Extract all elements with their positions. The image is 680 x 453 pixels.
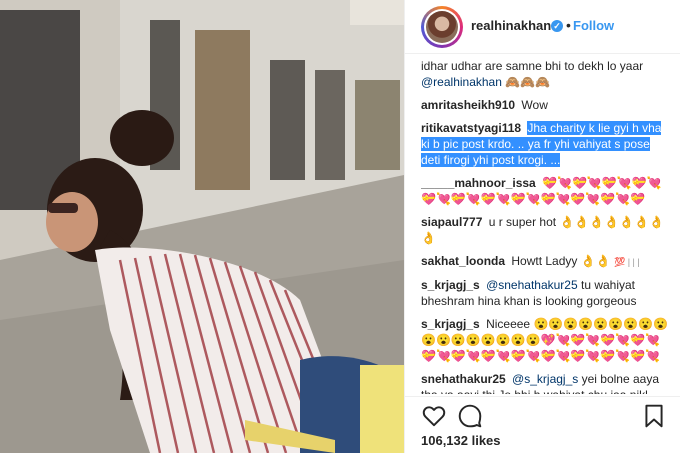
comment-item: s_krjagj_s Niceeee 😮😮😮😮😮😮😮😮😮😮😮😮😮😮😮😮😮💖💘💝💘… <box>421 316 671 364</box>
comment-username[interactable]: sakhat_loonda <box>421 254 505 268</box>
comment-item: sakhat_loonda Howtt Ladyy 👌👌 💯 | | | <box>421 253 671 270</box>
comment-item: ritikavatstyagi118 Jha charity k lie gyi… <box>421 120 671 168</box>
comment-username[interactable]: s_krjagj_s <box>421 278 480 292</box>
post-sidebar: realhinakhan ✓ • Follow idhar udhar are … <box>404 0 680 453</box>
likes-count[interactable]: 106,132 likes <box>421 433 501 448</box>
verified-badge-icon: ✓ <box>551 20 563 32</box>
comment-username[interactable]: snehathakur25 <box>421 372 506 386</box>
comment-text: Wow <box>521 98 548 112</box>
post-photo <box>0 0 404 453</box>
separator-dot: • <box>566 17 571 33</box>
comment-item: s_krjagj_s @snehathakur25 tu wahiyat bhe… <box>421 277 671 309</box>
comment-item: siapaul777 u r super hot 👌👌👌👌👌👌👌👌 <box>421 214 671 246</box>
comment-item: _____mahnoor_issa 💝💘💝💘💝💘💝💘💝💘💝💘💝💘💝💘💝💘💝💘💝💘… <box>421 175 671 207</box>
heart-icon[interactable] <box>421 403 447 429</box>
comment-emojis: 👌👌 <box>580 254 611 268</box>
bookmark-icon[interactable] <box>641 403 667 429</box>
comment-item: idhar udhar are samne bhi to dekh lo yaa… <box>421 58 671 90</box>
comment-item: amritasheikh910 Wow <box>421 97 671 113</box>
comment-list[interactable]: idhar udhar are samne bhi to dekh lo yaa… <box>421 58 671 394</box>
comment-username[interactable]: siapaul777 <box>421 215 482 229</box>
action-bar <box>405 396 680 432</box>
comment-text: Niceeee <box>486 317 531 331</box>
comment-username[interactable]: amritasheikh910 <box>421 98 515 112</box>
comment-username[interactable]: _____mahnoor_issa <box>421 176 536 190</box>
post-header: realhinakhan ✓ • Follow <box>405 0 680 54</box>
comment-username[interactable]: ritikavatstyagi118 <box>421 121 521 135</box>
comment-extra: 💯 | | | <box>613 257 640 267</box>
comment-text: Howtt Ladyy <box>511 254 578 268</box>
comment-text: u r super hot <box>488 215 557 229</box>
username-link[interactable]: realhinakhan <box>471 18 551 33</box>
photo-illustration <box>0 0 404 453</box>
mention-link[interactable]: @s_krjagj_s <box>512 372 578 386</box>
comment-icon[interactable] <box>457 403 483 429</box>
comment-emojis: 🙈🙈🙈 <box>505 75 551 89</box>
avatar[interactable] <box>421 6 463 48</box>
mention-link[interactable]: @realhinakhan <box>421 75 502 89</box>
comment-item: snehathakur25 @s_krjagj_s yei bolne aaya… <box>421 371 671 394</box>
mention-link[interactable]: @snehathakur25 <box>486 278 578 292</box>
comment-username[interactable]: s_krjagj_s <box>421 317 480 331</box>
follow-button[interactable]: Follow <box>573 18 614 33</box>
comment-text: idhar udhar are samne bhi to dekh lo yaa… <box>421 59 644 73</box>
